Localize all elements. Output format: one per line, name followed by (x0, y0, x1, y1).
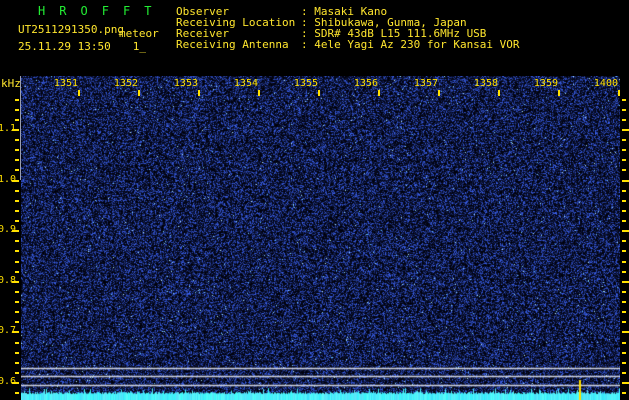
y-axis-tick-right (622, 321, 626, 323)
y-axis-tick-right (622, 250, 626, 252)
filename-label: UT2511291350.png (18, 23, 124, 36)
y-axis-tick-right (622, 372, 626, 374)
counter-label: 1_ (132, 40, 146, 53)
datetime-line: 25.11.29 13:50 1_ (18, 40, 146, 53)
y-axis-tick-right (622, 139, 626, 141)
y-axis-tick (15, 200, 19, 202)
y-axis-tick (15, 342, 19, 344)
y-axis-tick (15, 250, 19, 252)
y-axis-tick-right (622, 331, 629, 333)
datetime-label: 25.11.29 13:50 (18, 40, 111, 53)
y-axis-tick (15, 149, 19, 151)
y-axis-tick-right (622, 271, 626, 273)
y-axis-tick (15, 109, 19, 111)
y-axis-tick (12, 331, 19, 333)
y-axis-tick (15, 99, 19, 101)
y-axis-label: 0.7 (0, 325, 17, 336)
y-axis-tick (15, 271, 19, 273)
y-axis-label: 1.1 (0, 123, 17, 134)
y-axis-tick-right (622, 362, 626, 364)
file-line: UT2511291350.pngmeteor (18, 23, 159, 40)
y-axis-label: 0.9 (0, 224, 17, 235)
y-axis-tick-right (622, 291, 626, 293)
y-axis-label: 1.0 (0, 174, 17, 185)
y-axis-tick-right (622, 210, 626, 212)
y-axis-tick-right (622, 169, 626, 171)
y-axis-tick (15, 261, 19, 263)
y-axis-tick-right (622, 261, 626, 263)
info-label: Receiving Antenna (176, 38, 289, 51)
y-axis-tick (15, 311, 19, 313)
y-axis-tick-right (622, 200, 626, 202)
y-axis-tick (12, 382, 19, 384)
y-axis-tick (15, 240, 19, 242)
y-axis-tick (15, 372, 19, 374)
hrofft-screen: H R O F F T UT2511291350.pngmeteor 25.11… (0, 0, 629, 400)
app-title: H R O F F T (38, 4, 155, 18)
y-axis-tick-right (622, 230, 629, 232)
y-axis-tick (15, 139, 19, 141)
y-axis-tick-right (622, 119, 626, 121)
y-axis-tick (15, 392, 19, 394)
y-axis-tick (15, 321, 19, 323)
y-axis-tick-right (622, 99, 626, 101)
plot-left-border-line (20, 76, 21, 180)
y-axis-tick-right (622, 220, 626, 222)
y-axis-tick-right (622, 281, 629, 283)
y-axis-tick-right (622, 129, 629, 131)
y-axis-label: 0.8 (0, 275, 17, 286)
station-info-block: Observer: Masaki Kano Receiving Location:… (176, 6, 520, 50)
y-axis-tick (15, 119, 19, 121)
y-axis-tick (15, 291, 19, 293)
y-axis-tick-right (622, 159, 626, 161)
info-value: : 4ele Yagi Az 230 for Kansai VOR (301, 38, 520, 51)
info-row: Receiving Antenna : 4ele Yagi Az 230 for … (176, 39, 520, 50)
spectrogram-canvas (21, 76, 620, 400)
y-axis-tick-right (622, 311, 626, 313)
y-axis-tick-right (622, 382, 629, 384)
y-axis-tick (15, 169, 19, 171)
y-axis-tick (12, 230, 19, 232)
y-axis-tick-right (622, 301, 626, 303)
y-axis-tick-right (622, 342, 626, 344)
y-axis-tick-right (622, 149, 626, 151)
y-axis-tick-right (622, 190, 626, 192)
y-axis-tick (15, 210, 19, 212)
y-axis-label: 0.6 (0, 376, 17, 387)
y-axis-tick (15, 301, 19, 303)
y-axis-tick (12, 180, 19, 182)
y-axis-tick (15, 159, 19, 161)
y-axis-tick-right (622, 240, 626, 242)
y-axis-tick-right (622, 392, 626, 394)
y-axis-tick (15, 220, 19, 222)
y-axis-tick-right (622, 109, 626, 111)
y-axis-tick (15, 362, 19, 364)
y-axis-unit-label: kHz (1, 77, 21, 90)
y-axis-tick (15, 190, 19, 192)
y-axis-tick-right (622, 180, 629, 182)
y-axis-tick (15, 352, 19, 354)
observation-name-label: meteor (118, 27, 159, 40)
y-axis-tick-right (622, 352, 626, 354)
y-axis-tick (12, 129, 19, 131)
y-axis-tick (12, 281, 19, 283)
